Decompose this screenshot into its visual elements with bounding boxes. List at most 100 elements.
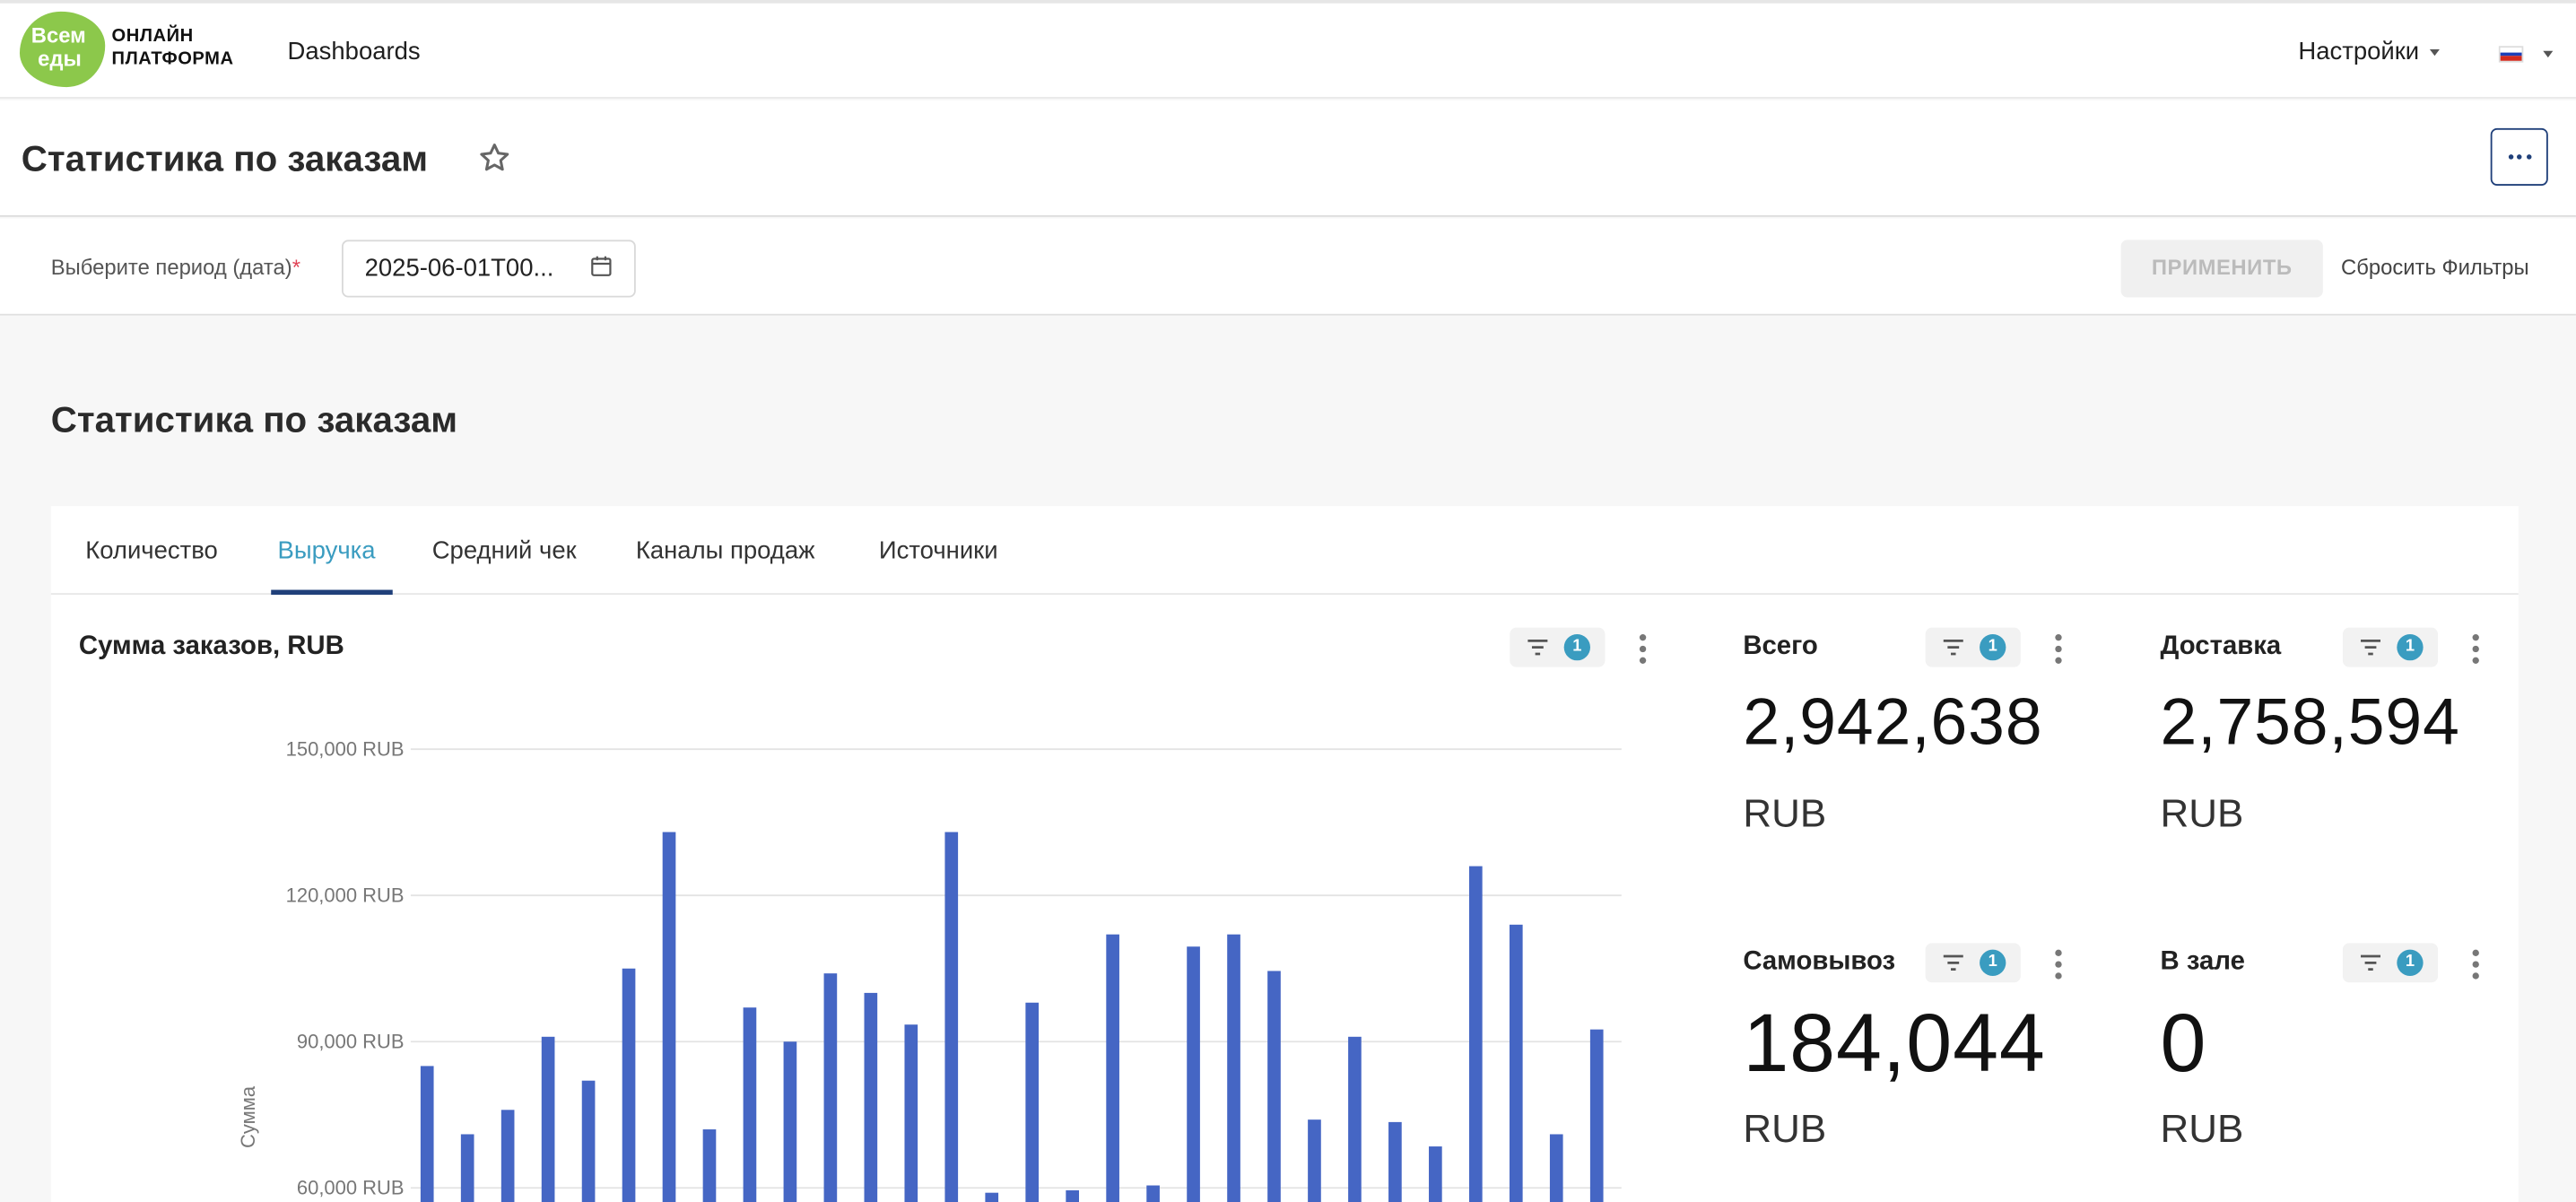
y-tick-label: 150,000 RUB xyxy=(286,738,405,761)
filter-icon xyxy=(1943,954,1963,971)
bar[interactable] xyxy=(823,973,838,1202)
bar[interactable] xyxy=(783,1041,797,1202)
y-tick-label: 90,000 RUB xyxy=(297,1031,405,1053)
period-filter-label: Выберите период (дата)* xyxy=(51,255,300,279)
filter-icon xyxy=(1943,639,1963,656)
active-tab-indicator xyxy=(271,589,393,596)
filter-count-badge: 1 xyxy=(2397,949,2424,976)
star-icon[interactable] xyxy=(476,140,512,176)
language-chevron-down-icon[interactable] xyxy=(2543,50,2554,58)
kpi-total-value: 2,942,638 xyxy=(1743,686,2043,760)
kpi-pickup-unit: RUB xyxy=(1743,1107,1827,1152)
bar[interactable] xyxy=(1388,1121,1402,1202)
bar[interactable] xyxy=(1509,924,1523,1202)
bar[interactable] xyxy=(944,832,959,1202)
bar[interactable] xyxy=(1589,1029,1604,1202)
y-axis-label: Сумма xyxy=(237,1085,259,1148)
settings-menu-label: Настройки xyxy=(2298,38,2420,66)
language-flag-icon[interactable] xyxy=(2498,46,2524,63)
logo-text-line1: ОНЛАЙН xyxy=(111,26,194,47)
kpi-delivery-title: Доставка xyxy=(2160,632,2282,661)
bar[interactable] xyxy=(622,968,636,1202)
bar[interactable] xyxy=(1468,866,1483,1202)
bar[interactable] xyxy=(1549,1134,1563,1202)
kpi-dine-in-menu-icon[interactable] xyxy=(2472,949,2479,980)
kpi-total-menu-icon[interactable] xyxy=(2055,633,2062,664)
kpi-pickup-value: 184,044 xyxy=(1743,997,2046,1090)
bar[interactable] xyxy=(985,1192,999,1202)
logo[interactable]: Всем еды xyxy=(19,11,106,88)
tab-quantity[interactable]: Количество xyxy=(85,537,218,565)
filter-bar: Выберите период (дата)* 2025-06-01T00...… xyxy=(0,218,2576,316)
bar[interactable] xyxy=(702,1129,717,1202)
kpi-delivery-menu-icon[interactable] xyxy=(2472,633,2479,664)
bar[interactable] xyxy=(500,1110,515,1202)
logo-mark-line1: Всем xyxy=(30,22,86,48)
chart-menu-icon[interactable] xyxy=(1639,633,1647,664)
filter-count-badge: 1 xyxy=(1980,633,2006,661)
more-horizontal-icon xyxy=(2507,154,2513,160)
section-title: Статистика по заказам xyxy=(50,399,458,440)
bar[interactable] xyxy=(1348,1036,1362,1202)
filter-count-badge: 1 xyxy=(1980,949,2006,976)
filter-icon xyxy=(2361,639,2380,656)
kpi-dine-in-title: В зале xyxy=(2160,947,2245,976)
bar[interactable] xyxy=(1227,934,1240,1202)
kpi-pickup-filter-indicator[interactable]: 1 xyxy=(1925,943,2021,983)
bar[interactable] xyxy=(1267,971,1281,1202)
tab-average-check[interactable]: Средний чек xyxy=(432,537,577,565)
bar[interactable] xyxy=(743,1007,757,1202)
bar[interactable] xyxy=(1025,1002,1040,1202)
bar[interactable] xyxy=(1308,1119,1321,1202)
y-tick-label: 60,000 RUB xyxy=(297,1177,405,1199)
filter-count-badge: 1 xyxy=(1563,633,1590,661)
page-title: Статистика по заказам xyxy=(21,137,429,179)
chart-title: Сумма заказов, RUB xyxy=(78,632,344,661)
kpi-dine-in-filter-indicator[interactable]: 1 xyxy=(2342,943,2439,983)
tab-sales-channels[interactable]: Каналы продаж xyxy=(636,537,815,565)
bar[interactable] xyxy=(1187,946,1200,1202)
filter-icon xyxy=(1527,639,1548,656)
bar[interactable] xyxy=(541,1036,555,1202)
bar[interactable] xyxy=(1066,1189,1079,1202)
bar[interactable] xyxy=(420,1066,434,1202)
kpi-total-filter-indicator[interactable]: 1 xyxy=(1925,627,2021,667)
revenue-bar-chart: 60,000 RUB 90,000 RUB 120,000 RUB 150,000 R… xyxy=(237,738,1622,1202)
bar[interactable] xyxy=(1146,1185,1160,1202)
chart-filter-indicator[interactable]: 1 xyxy=(1510,627,1606,667)
bar[interactable] xyxy=(1106,934,1119,1202)
bar[interactable] xyxy=(864,992,878,1202)
tab-bar: Количество Выручка Средний чек Каналы пр… xyxy=(50,506,2519,596)
logo-text: ОНЛАЙН ПЛАТФОРМА xyxy=(112,24,234,70)
settings-menu[interactable]: Настройки xyxy=(2298,38,2440,66)
reset-filters-button[interactable]: Сбросить Фильтры xyxy=(2341,255,2529,279)
top-navbar: Всем еды ОНЛАЙН ПЛАТФОРМА Dashboards Нас… xyxy=(0,0,2576,99)
bar[interactable] xyxy=(581,1080,596,1202)
kpi-dine-in-unit: RUB xyxy=(2160,1107,2244,1152)
required-mark: * xyxy=(292,254,300,280)
kpi-pickup-menu-icon[interactable] xyxy=(2055,949,2062,980)
kpi-total-title: Всего xyxy=(1743,632,1818,661)
chevron-down-icon xyxy=(2429,49,2440,57)
date-range-value: 2025-06-01T00... xyxy=(364,254,554,283)
kpi-delivery-value: 2,758,594 xyxy=(2160,686,2460,760)
tab-sources[interactable]: Источники xyxy=(879,537,998,565)
more-options-button[interactable] xyxy=(2490,127,2548,186)
kpi-delivery-unit: RUB xyxy=(2160,791,2244,837)
bar[interactable] xyxy=(662,832,676,1202)
period-filter-label-text: Выберите период (дата) xyxy=(50,254,292,280)
filter-count-badge: 1 xyxy=(2397,633,2424,661)
kpi-total-unit: RUB xyxy=(1743,791,1827,837)
calendar-icon[interactable] xyxy=(590,255,614,278)
kpi-pickup-title: Самовывоз xyxy=(1743,947,1896,976)
dashboard-title-bar: Статистика по заказам xyxy=(0,100,2576,217)
y-tick-label: 120,000 RUB xyxy=(286,884,405,907)
tab-revenue[interactable]: Выручка xyxy=(278,537,376,565)
bar[interactable] xyxy=(904,1024,918,1202)
bar[interactable] xyxy=(460,1134,474,1202)
kpi-dine-in-value: 0 xyxy=(2160,997,2207,1090)
bar[interactable] xyxy=(1429,1146,1442,1202)
nav-dashboards-link[interactable]: Dashboards xyxy=(288,38,421,65)
apply-filters-button[interactable]: ПРИМЕНИТЬ xyxy=(2120,240,2323,298)
kpi-delivery-filter-indicator[interactable]: 1 xyxy=(2342,627,2439,667)
